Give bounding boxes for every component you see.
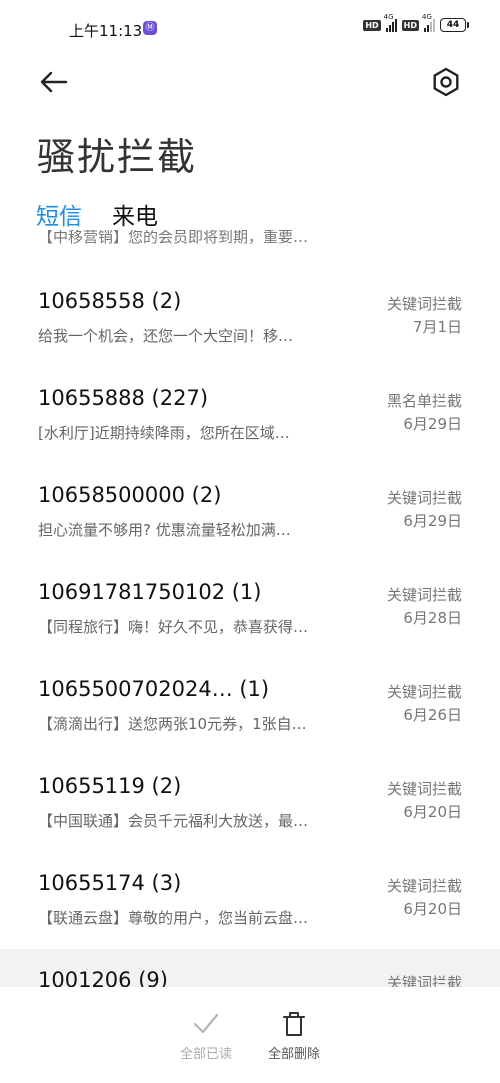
message-date: 6月29日: [403, 512, 462, 530]
block-reason-label: 关键词拦截: [386, 295, 462, 313]
message-preview: 【联通云盘】尊敬的用户，您当前云盘…: [38, 909, 309, 927]
delete-all-label: 全部删除: [267, 1047, 320, 1062]
list-item[interactable]: 10658500000 (2) 担心流量不够用? 优惠流量轻松加满… 关键词拦截…: [0, 464, 500, 561]
hd-voice-icon: HD: [363, 19, 381, 31]
signal-icon: 4G: [384, 13, 397, 32]
tab-sms[interactable]: 短信: [36, 197, 82, 231]
list-item[interactable]: 10655119 (2) 【中国联通】会员千元福利大放送，最… 关键词拦截 6月…: [0, 755, 500, 852]
signal-icon-2: 4G: [422, 13, 435, 32]
message-preview: 给我一个机会，还您一个大空间！移…: [38, 327, 294, 345]
settings-button[interactable]: [428, 64, 464, 100]
checkmark-icon: [193, 1013, 219, 1034]
status-indicators: HD 4G HD 4G 44: [363, 13, 469, 32]
bottom-action-bar: 全部已读 全部删除: [0, 987, 500, 1083]
list-item[interactable]: 10691781750102 (1) 【同程旅行】嗨！好久不见，恭喜获得… 关键…: [0, 561, 500, 658]
tab-calls[interactable]: 来电: [112, 197, 158, 231]
page-title: 骚扰拦截: [37, 135, 198, 179]
back-button[interactable]: [36, 64, 72, 100]
sender-number: 10658500000 (2): [38, 483, 222, 507]
battery-icon: 44: [440, 18, 469, 32]
message-date: 7月1日: [412, 318, 462, 336]
sender-number: 10691781750102 (1): [38, 580, 262, 604]
block-reason-label: 关键词拦截: [386, 780, 462, 798]
back-arrow-icon: [40, 71, 68, 93]
sender-number: 1065500702024… (1): [38, 677, 270, 701]
block-reason-label: 关键词拦截: [386, 974, 462, 987]
mark-all-read-label: 全部已读: [179, 1047, 232, 1062]
sender-number: 10655888 (227): [38, 386, 209, 410]
list-item[interactable]: 10658558 (2) 给我一个机会，还您一个大空间！移… 关键词拦截 7月1…: [0, 270, 500, 367]
block-reason-label: 关键词拦截: [386, 586, 462, 604]
hd-voice-icon-2: HD: [401, 19, 419, 31]
tab-bar: 短信 来电: [36, 197, 158, 231]
list-item[interactable]: 10655888 (227) [水利厅]近期持续降雨，您所在区域… 黑名单拦截 …: [0, 367, 500, 464]
message-preview: 担心流量不够用? 优惠流量轻松加满…: [38, 521, 291, 539]
block-reason-label: 关键词拦截: [386, 877, 462, 895]
message-date: 6月20日: [403, 900, 462, 918]
message-date: 6月29日: [403, 415, 462, 433]
message-date: 6月20日: [403, 803, 462, 821]
sender-number: 10655119 (2): [38, 774, 182, 798]
message-preview: 【滴滴出行】送您两张10元券，1张自…: [38, 715, 307, 733]
trash-icon: [283, 1012, 305, 1036]
sender-number: 10658558 (2): [38, 289, 182, 313]
message-preview: 【中国联通】会员千元福利大放送，最…: [38, 812, 309, 830]
list-item[interactable]: 10655174 (3) 【联通云盘】尊敬的用户，您当前云盘… 关键词拦截 6月…: [0, 852, 500, 949]
network-type-label-2: 4G: [422, 12, 432, 21]
block-reason-label: 关键词拦截: [386, 489, 462, 507]
message-preview: 【同程旅行】嗨！好久不见，恭喜获得…: [38, 618, 309, 636]
mark-all-read-button[interactable]: 全部已读: [166, 1009, 246, 1062]
sender-number: 10655174 (3): [38, 871, 182, 895]
delete-all-button[interactable]: 全部删除: [254, 1009, 334, 1062]
message-date: 6月26日: [403, 706, 462, 724]
network-type-label: 4G: [383, 12, 394, 21]
block-reason-label: 黑名单拦截: [386, 392, 462, 410]
app-notification-icon: Ⓜ: [143, 21, 157, 35]
message-preview: [水利厅]近期持续降雨，您所在区域…: [38, 424, 290, 442]
list-item-partial-preview: 【中移营销】您的会员即将到期，重要…: [38, 230, 309, 246]
message-date: 6月28日: [403, 609, 462, 627]
settings-icon: [433, 67, 459, 97]
list-item-pressed[interactable]: 1001206 (9) 关键词拦截: [0, 949, 500, 987]
status-bar: 上午11:13 Ⓜ HD 4G HD 4G 44: [0, 0, 500, 58]
block-reason-label: 关键词拦截: [386, 683, 462, 701]
status-time: 上午11:13: [69, 22, 143, 40]
message-list[interactable]: 【中移营销】您的会员即将到期，重要… 10658558 (2) 给我一个机会，还…: [0, 230, 500, 987]
sender-number: 1001206 (9): [38, 968, 168, 987]
list-item[interactable]: 1065500702024… (1) 【滴滴出行】送您两张10元券，1张自… 关…: [0, 658, 500, 755]
